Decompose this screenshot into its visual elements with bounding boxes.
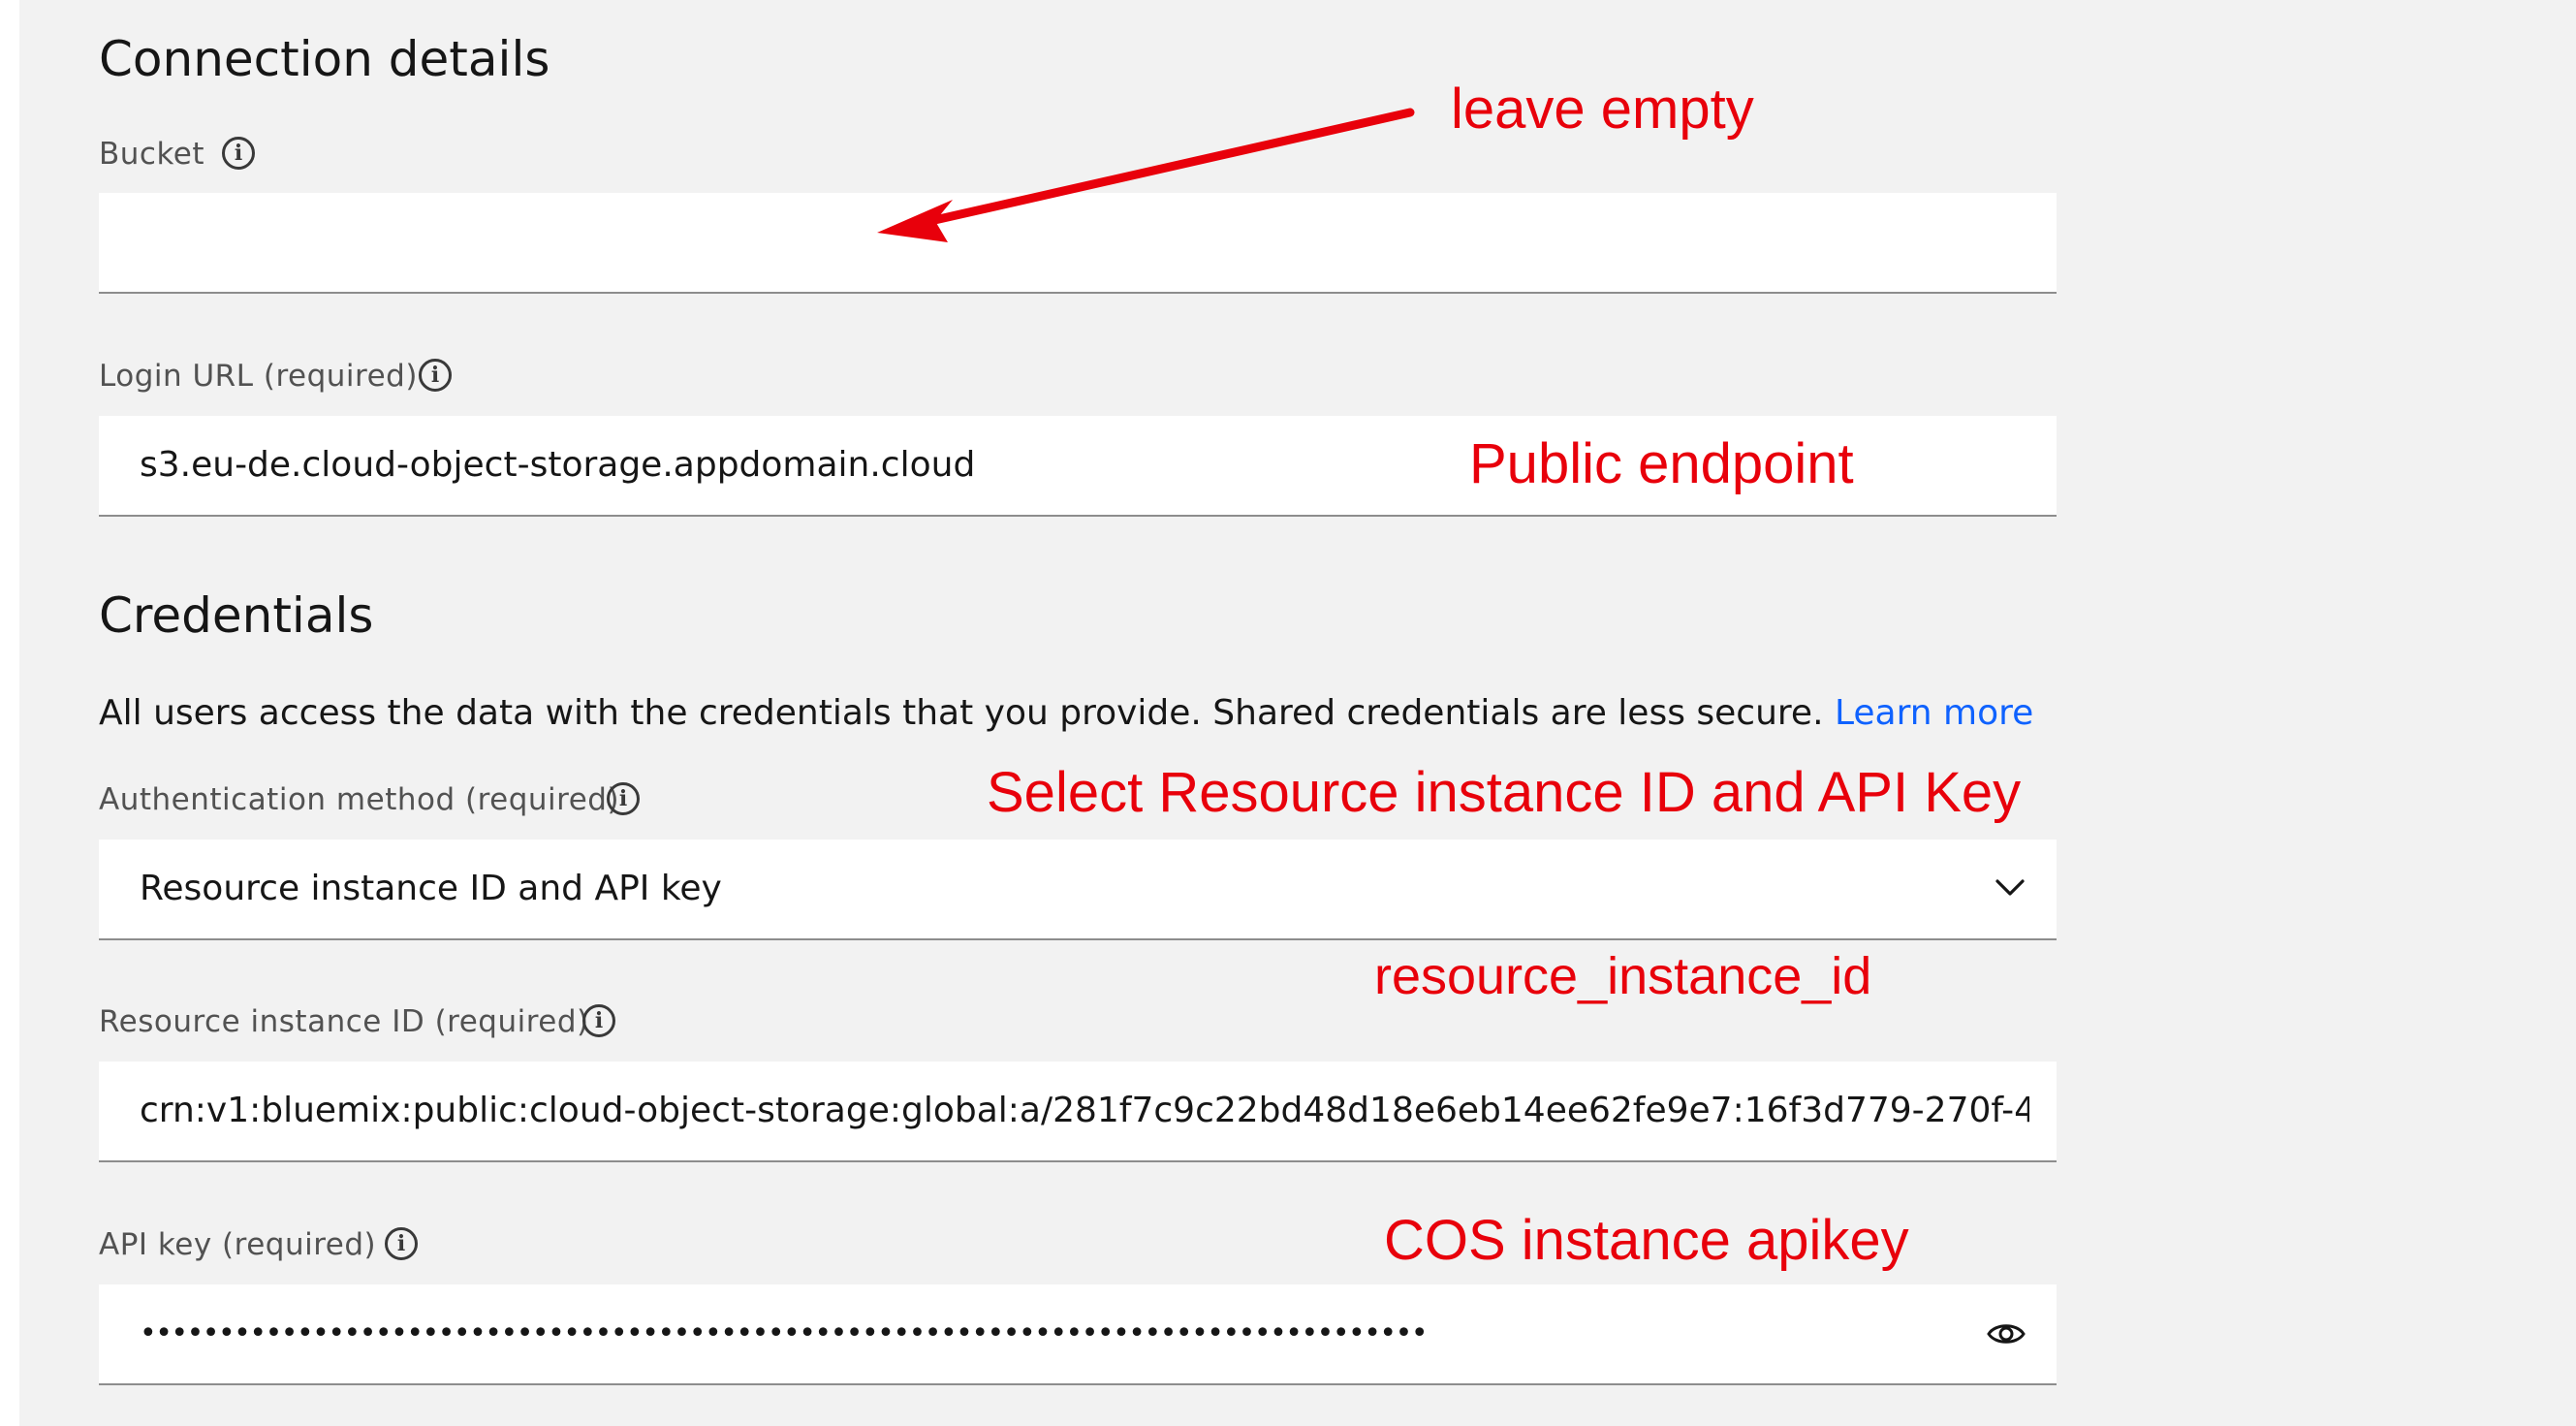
form-panel: Connection details Bucket i Login URL (r… [19,0,2576,1426]
info-icon[interactable]: i [607,782,640,815]
annotation-cos-apikey: COS instance apikey [1384,1209,1909,1272]
api-key-label: API key (required) [99,1230,376,1260]
info-icon[interactable]: i [582,1004,615,1037]
required-marker: (required) [465,782,620,817]
resource-instance-id-label: Resource instance ID (required) [99,1007,589,1037]
resource-instance-id-value: crn:v1:bluemix:public:cloud-object-stora… [140,1091,2029,1130]
annotation-leave-empty: leave empty [1451,78,1754,141]
info-icon[interactable]: i [385,1227,418,1260]
credentials-heading: Credentials [99,587,374,644]
annotation-arrow [877,108,1415,242]
required-marker: (required) [222,1227,377,1262]
credentials-description: All users access the data with the crede… [99,696,2033,731]
chevron-down-icon[interactable] [1994,875,2026,901]
auth-method-select[interactable]: Resource instance ID and API key [99,840,2057,940]
annotation-resource-instance-id: resource_instance_id [1374,947,1872,1005]
annotation-public-endpoint: Public endpoint [1469,432,1854,495]
api-key-value: ••••••••••••••••••••••••••••••••••••••••… [140,1316,1429,1350]
auth-method-label-text: Authentication method [99,782,456,817]
annotation-select-auth: Select Resource instance ID and API Key [987,761,2022,824]
learn-more-link[interactable]: Learn more [1835,693,2033,733]
credentials-description-text: All users access the data with the crede… [99,693,1824,733]
api-key-label-text: API key [99,1227,212,1262]
resource-instance-id-label-text: Resource instance ID [99,1004,425,1039]
required-marker: (required) [434,1004,589,1039]
auth-method-label: Authentication method (required) [99,785,619,815]
resource-instance-id-input[interactable]: crn:v1:bluemix:public:cloud-object-stora… [99,1062,2057,1162]
auth-method-value: Resource instance ID and API key [140,869,722,908]
eye-icon[interactable] [1986,1319,2026,1348]
api-key-input[interactable]: ••••••••••••••••••••••••••••••••••••••••… [99,1284,2057,1385]
